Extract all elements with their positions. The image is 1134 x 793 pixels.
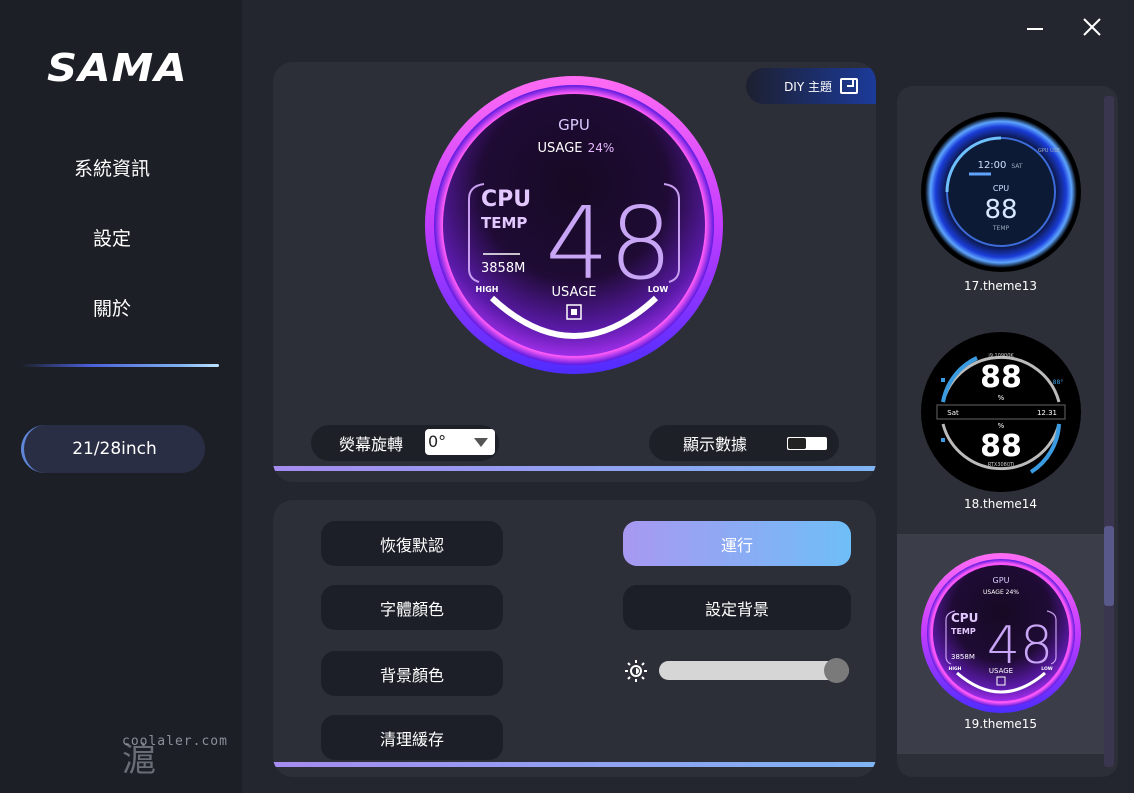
brightness-icon	[625, 660, 647, 682]
display-data-toggle[interactable]	[787, 437, 827, 450]
theme15-mem: 3858M	[951, 653, 975, 661]
theme15-name: 19.theme15	[963, 717, 1038, 731]
preview-panel-underline	[273, 466, 876, 471]
app-logo: SAMA	[47, 46, 188, 90]
screen-size-button[interactable]: 21/28inch	[21, 425, 205, 473]
nav-item-about[interactable]: 關於	[0, 294, 224, 321]
theme14-day: Sat	[947, 409, 959, 417]
dial-usage-value: 24%	[588, 141, 615, 155]
theme14-value1: 88	[980, 360, 1022, 395]
rotation-select[interactable]: 0°	[425, 429, 495, 455]
watermark-text: coolaler.com	[122, 734, 228, 749]
dial-usage-label: USAGE	[538, 141, 583, 156]
dial-gpu-label: GPU	[558, 116, 590, 134]
run-button[interactable]: 運行	[623, 521, 851, 566]
dial-cpu-label: CPU	[481, 187, 531, 212]
theme15-usage-bottom: USAGE	[989, 667, 1013, 675]
theme-card-theme15[interactable]: GPU USAGE 24% CPU TEMP 3858M 48 USAGE HI…	[897, 534, 1104, 754]
theme14-top-small: i9 10900K	[988, 353, 1014, 359]
theme-card-theme14[interactable]: i9 10900K 88 % 88° Sat 12.31 % 88 RTX308…	[897, 306, 1104, 526]
rotation-select-value: 0°	[428, 432, 447, 451]
clear-cache-button[interactable]: 清理緩存	[321, 715, 503, 760]
close-icon[interactable]	[1079, 14, 1105, 40]
theme13-label: CPU	[993, 184, 1009, 193]
dial-usage-bottom-label: USAGE	[552, 285, 597, 300]
theme15-thumbnail: GPU USAGE 24% CPU TEMP 3858M 48 USAGE HI…	[921, 553, 1081, 713]
themes-scrollbar[interactable]	[1104, 96, 1114, 767]
diy-theme-label: DIY 主題	[784, 79, 832, 94]
theme14-value2: 88	[980, 429, 1022, 464]
set-background-button[interactable]: 設定背景	[623, 585, 851, 630]
rotation-label: 熒幕旋轉	[339, 435, 404, 454]
restore-default-button[interactable]: 恢復默認	[321, 521, 503, 566]
theme15-high: HIGH	[949, 666, 962, 672]
theme13-sub: TEMP	[992, 225, 1010, 232]
nav-item-settings[interactable]: 設定	[0, 224, 224, 251]
chevron-down-icon	[474, 438, 488, 447]
background-color-button[interactable]: 背景顏色	[321, 651, 503, 696]
controls-panel: 恢復默認 字體顏色 背景顏色 清理緩存 運行 設定背景	[273, 500, 876, 777]
themes-panel: 12:00 SAT GPU USE CPU 88 TEMP 17.theme13…	[897, 86, 1118, 777]
diy-theme-button[interactable]: DIY 主題	[746, 68, 876, 104]
theme14-side-right: 88°	[1053, 379, 1064, 386]
theme15-low: LOW	[1041, 666, 1053, 672]
theme13-time: 12:00	[978, 160, 1007, 171]
dial-temp-label: TEMP	[481, 214, 527, 232]
theme15-temp: TEMP	[951, 627, 976, 636]
rotation-control: 熒幕旋轉 0°	[311, 425, 499, 461]
screen-size-label: 21/28inch	[72, 439, 157, 459]
theme15-cpu: CPU	[951, 611, 978, 625]
theme13-day: SAT	[1011, 163, 1023, 170]
dial-low-label: LOW	[648, 285, 669, 294]
preview-panel: DIY 主題 GPU USAGE 24% CPU TEMP 3858M 48 U…	[273, 62, 876, 482]
display-data-label: 顯示數據	[683, 435, 748, 454]
theme13-name: 17.theme13	[963, 279, 1038, 293]
display-data-control: 顯示數據	[649, 425, 839, 461]
minimize-icon[interactable]	[1027, 28, 1043, 30]
font-color-button[interactable]: 字體顏色	[321, 585, 503, 630]
theme14-bottom-small: RTX3080Ti	[988, 462, 1015, 468]
theme13-value: 88	[984, 195, 1017, 225]
brightness-slider[interactable]	[659, 661, 849, 680]
theme14-name: 18.theme14	[963, 497, 1038, 511]
theme14-thumbnail: i9 10900K 88 % 88° Sat 12.31 % 88 RTX308…	[921, 332, 1081, 492]
dial-mem-value: 3858M	[481, 261, 525, 276]
theme-preview-dial: GPU USAGE 24% CPU TEMP 3858M 48 USAGE HI…	[425, 76, 723, 374]
theme15-gpu: GPU	[993, 576, 1010, 585]
dial-high-label: HIGH	[476, 285, 499, 294]
themes-scrollbar-thumb[interactable]	[1104, 526, 1114, 606]
theme15-usage: USAGE 24%	[983, 589, 1019, 596]
nav-item-system-info[interactable]: 系統資訊	[0, 154, 224, 181]
theme14-date: 12.31	[1037, 409, 1057, 417]
sidebar-divider	[20, 364, 219, 367]
sidebar: SAMA 系統資訊 設定 關於 21/28inch 滬 coolaler.com	[0, 0, 242, 793]
theme14-unit1: %	[998, 394, 1005, 402]
save-icon	[840, 78, 858, 94]
theme13-thumbnail: 12:00 SAT GPU USE CPU 88 TEMP	[921, 112, 1081, 272]
controls-panel-underline	[273, 762, 876, 767]
theme13-corner: GPU USE	[1038, 148, 1060, 154]
theme-card-theme13[interactable]: 12:00 SAT GPU USE CPU 88 TEMP 17.theme13	[897, 86, 1104, 306]
brightness-slider-handle[interactable]	[824, 658, 849, 683]
